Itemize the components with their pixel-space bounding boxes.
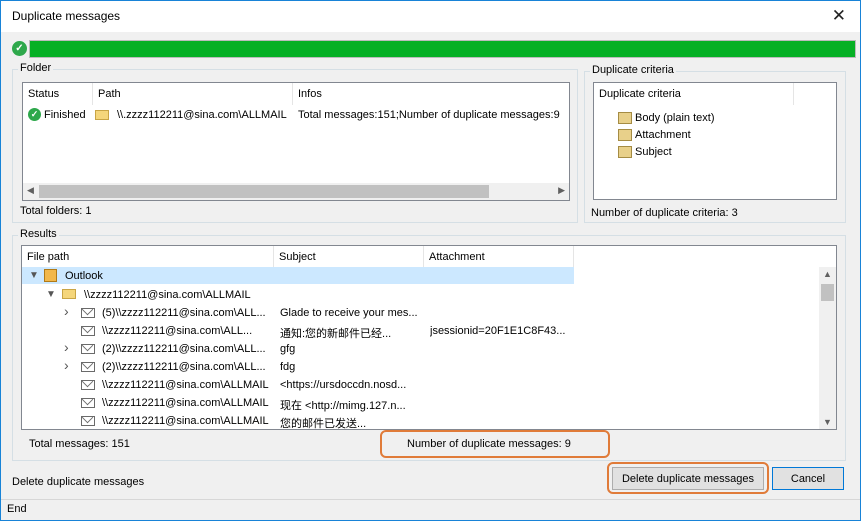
results-vertical-scrollbar[interactable]: ▲ ▼ bbox=[819, 267, 836, 429]
result-path: \\zzzz112211@sina.com\ALLMAIL bbox=[102, 379, 269, 391]
scroll-up-icon[interactable]: ▲ bbox=[823, 269, 832, 279]
folder-list[interactable]: Status Path Infos ✓ Finished \\.zzzz1122… bbox=[22, 82, 570, 201]
result-path: (5)\\zzzz112211@sina.com\ALL... bbox=[102, 307, 266, 319]
criteria-label: Attachment bbox=[635, 129, 691, 141]
outlook-icon bbox=[44, 269, 57, 282]
result-row[interactable]: \\zzzz112211@sina.com\ALLMAIL <https://ur… bbox=[22, 376, 574, 393]
column-header-status[interactable]: Status bbox=[23, 83, 93, 105]
column-header-path[interactable]: Path bbox=[93, 83, 293, 105]
check-icon: ✓ bbox=[12, 41, 27, 56]
folder-infos: Total messages:151;Number of duplicate m… bbox=[298, 109, 560, 121]
result-subject: fdg bbox=[280, 361, 296, 373]
collapse-icon[interactable]: ▼ bbox=[46, 289, 56, 300]
folder-row[interactable]: ✓ Finished \\.zzzz112211@sina.com\ALLMAI… bbox=[23, 107, 569, 125]
criteria-item[interactable]: Body (plain text) bbox=[618, 111, 818, 127]
result-subject: 现在 <http://mimg.127.n... bbox=[280, 400, 406, 412]
criteria-item[interactable]: Subject bbox=[618, 145, 818, 161]
result-subject: <https://ursdoccdn.nosd... bbox=[280, 379, 407, 391]
expand-icon[interactable]: › bbox=[64, 339, 69, 355]
result-subject: 您的邮件已发送... bbox=[280, 418, 367, 430]
criteria-group: Duplicate criteria Duplicate criteria Bo… bbox=[584, 64, 846, 223]
result-path: (2)\\zzzz112211@sina.com\ALL... bbox=[102, 343, 266, 355]
folder-path: \\.zzzz112211@sina.com\ALLMAIL bbox=[117, 109, 287, 121]
result-path: (2)\\zzzz112211@sina.com\ALL... bbox=[102, 361, 266, 373]
mail-icon bbox=[81, 416, 95, 426]
column-header-file-path[interactable]: File path bbox=[22, 246, 274, 268]
tree-root-label: Outlook bbox=[65, 270, 103, 282]
result-row[interactable]: \\zzzz112211@sina.com\ALL... 通知:您的新邮件已经..… bbox=[22, 322, 574, 340]
scrollbar-thumb[interactable] bbox=[821, 284, 834, 301]
result-subject: gfg bbox=[280, 343, 296, 355]
mail-icon bbox=[81, 308, 95, 318]
criteria-count: Number of duplicate criteria: 3 bbox=[591, 207, 738, 219]
folder-group-label: Folder bbox=[18, 62, 54, 74]
result-path: \\zzzz112211@sina.com\ALLMAIL bbox=[102, 397, 269, 409]
criteria-icon bbox=[618, 112, 632, 124]
mail-icon bbox=[81, 398, 95, 408]
title-bar: Duplicate messages ✕ bbox=[1, 1, 860, 32]
mail-icon bbox=[81, 326, 95, 336]
progress-area: ✓ bbox=[12, 39, 856, 59]
result-subject: Glade to receive your mes... bbox=[280, 307, 418, 319]
result-attachment: jsessionid=20F1E1C8F43... bbox=[430, 325, 566, 337]
result-row[interactable]: › (2)\\zzzz112211@sina.com\ALL... gfg bbox=[22, 339, 574, 357]
scroll-left-icon[interactable]: ◀ bbox=[27, 185, 34, 196]
tree-account-row[interactable]: ▼ \\zzzz112211@sina.com\ALLMAIL bbox=[22, 286, 574, 303]
tree-root-row[interactable]: ▼ Outlook bbox=[22, 267, 574, 284]
progress-bar-fill bbox=[30, 41, 855, 57]
scrollbar-thumb[interactable] bbox=[39, 185, 489, 198]
expand-icon[interactable]: › bbox=[64, 357, 69, 373]
criteria-icon bbox=[618, 146, 632, 158]
total-folders: Total folders: 1 bbox=[20, 205, 92, 217]
result-path: \\zzzz112211@sina.com\ALL... bbox=[102, 325, 253, 337]
finished-check-icon: ✓ bbox=[28, 108, 41, 121]
results-tree[interactable]: File path Subject Attachment ▼ Outlook ▼… bbox=[21, 245, 837, 430]
mail-icon bbox=[81, 380, 95, 390]
window-title: Duplicate messages bbox=[12, 9, 121, 23]
progress-bar bbox=[29, 40, 856, 58]
results-group-label: Results bbox=[18, 228, 59, 240]
mail-icon bbox=[81, 362, 95, 372]
criteria-item[interactable]: Attachment bbox=[618, 128, 818, 144]
scroll-down-icon[interactable]: ▼ bbox=[823, 417, 832, 427]
results-group: Results File path Subject Attachment ▼ O… bbox=[12, 228, 846, 461]
total-messages: Total messages: 151 bbox=[29, 438, 130, 450]
criteria-label: Body (plain text) bbox=[635, 112, 715, 124]
column-header-attachment[interactable]: Attachment bbox=[424, 246, 574, 268]
folder-icon bbox=[62, 289, 76, 299]
folder-horizontal-scrollbar[interactable]: ◀ ▶ bbox=[23, 183, 569, 200]
result-path: \\zzzz112211@sina.com\ALLMAIL bbox=[102, 415, 269, 427]
criteria-label: Subject bbox=[635, 146, 672, 158]
result-row[interactable]: \\zzzz112211@sina.com\ALLMAIL 现在 <http://… bbox=[22, 394, 574, 412]
close-icon[interactable]: ✕ bbox=[832, 6, 846, 26]
folder-icon bbox=[95, 110, 109, 120]
folder-group: Folder Status Path Infos ✓ Finished \\.z… bbox=[12, 62, 578, 223]
tree-account-label: \\zzzz112211@sina.com\ALLMAIL bbox=[84, 289, 251, 301]
duplicate-messages-dialog: Duplicate messages ✕ ✓ Folder Status Pat… bbox=[0, 0, 861, 521]
result-row[interactable]: \\zzzz112211@sina.com\ALLMAIL 您的邮件已发送... bbox=[22, 412, 574, 429]
mail-icon bbox=[81, 344, 95, 354]
criteria-icon bbox=[618, 129, 632, 141]
result-subject: 通知:您的新邮件已经... bbox=[280, 328, 392, 340]
column-header-subject[interactable]: Subject bbox=[274, 246, 424, 268]
delete-duplicates-button[interactable]: Delete duplicate messages bbox=[612, 467, 764, 490]
expand-icon[interactable]: › bbox=[64, 303, 69, 319]
duplicate-messages-count: Number of duplicate messages: 9 bbox=[407, 438, 571, 450]
collapse-icon[interactable]: ▼ bbox=[29, 270, 39, 281]
result-row[interactable]: › (5)\\zzzz112211@sina.com\ALL... Glade to… bbox=[22, 303, 574, 321]
criteria-column-header[interactable]: Duplicate criteria bbox=[594, 83, 794, 105]
footer-hint: Delete duplicate messages bbox=[12, 476, 145, 488]
criteria-group-label: Duplicate criteria bbox=[590, 64, 676, 76]
status-bar: End bbox=[1, 499, 860, 520]
status-text: End bbox=[7, 503, 27, 515]
cancel-button[interactable]: Cancel bbox=[772, 467, 844, 490]
folder-status: Finished bbox=[44, 109, 86, 121]
scroll-right-icon[interactable]: ▶ bbox=[558, 185, 565, 196]
result-row[interactable]: › (2)\\zzzz112211@sina.com\ALL... fdg bbox=[22, 357, 574, 375]
criteria-list[interactable]: Duplicate criteria Body (plain text) Att… bbox=[593, 82, 837, 200]
column-header-infos[interactable]: Infos bbox=[293, 83, 569, 105]
